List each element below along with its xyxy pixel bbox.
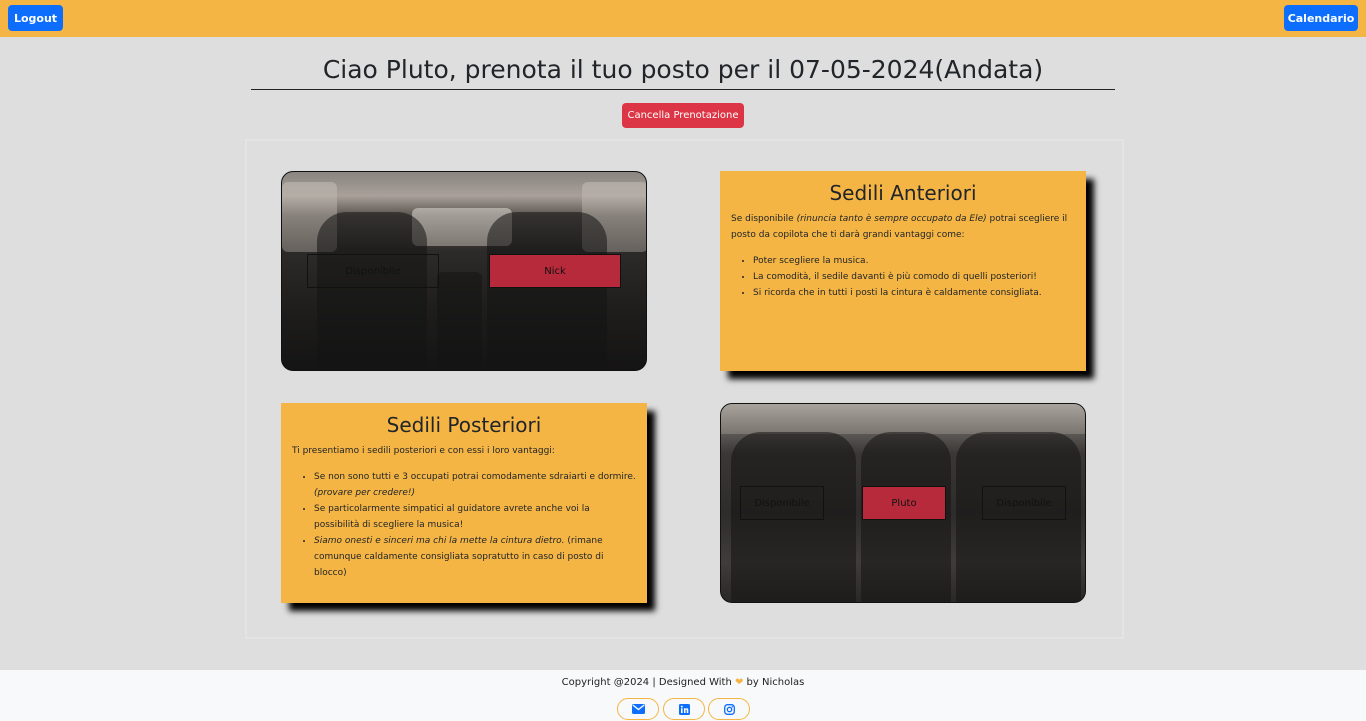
rear-seats-info-card: Sedili Posteriori Ti presentiamo i sedil…: [281, 403, 647, 603]
email-link[interactable]: [617, 698, 659, 720]
seat-rear-center[interactable]: Pluto: [862, 486, 946, 520]
list-item: Poter scegliere la musica.: [753, 253, 1075, 269]
rear-seats-image: Disponibile Pluto Disponibile: [720, 403, 1086, 603]
envelope-icon: [631, 704, 645, 714]
list-item: Siamo onesti e sinceri ma chi la mette l…: [314, 533, 636, 581]
linkedin-icon: [678, 703, 690, 715]
logout-button[interactable]: Logout: [8, 5, 63, 31]
list-item: La comodità, il sedile davanti è più com…: [753, 269, 1075, 285]
top-navbar: Logout Calendario: [0, 0, 1366, 37]
linkedin-link[interactable]: [663, 698, 705, 720]
front-info-list: Poter scegliere la musica. La comodità, …: [731, 253, 1075, 301]
copyright-text: Copyright @2024 | Designed With ❤ by Nic…: [561, 677, 805, 688]
rear-info-list: Se non sono tutti e 3 occupati potrai co…: [292, 469, 636, 581]
front-info-intro: Se disponibile (rinuncia tanto è sempre …: [731, 214, 1068, 240]
passenger-seat-shape: [487, 212, 607, 370]
list-item: Si ricorda che in tutti i posti la cintu…: [753, 285, 1075, 301]
instagram-icon: [723, 703, 735, 715]
page-title: Ciao Pluto, prenota il tuo posto per il …: [251, 52, 1115, 90]
seat-front-right[interactable]: Nick: [489, 254, 621, 288]
driver-seat-shape: [317, 212, 427, 370]
seat-rear-left[interactable]: Disponibile: [740, 486, 824, 520]
seat-rear-right[interactable]: Disponibile: [982, 486, 1066, 520]
center-console-shape: [437, 272, 482, 370]
front-seats-info-card: Sedili Anteriori Se disponibile (rinunci…: [720, 171, 1086, 371]
rear-info-title: Sedili Posteriori: [386, 413, 542, 437]
seat-front-left[interactable]: Disponibile: [307, 254, 439, 288]
cancel-booking-button[interactable]: Cancella Prenotazione: [622, 103, 744, 128]
front-seats-image: Disponibile Nick: [281, 171, 647, 371]
rear-window: [721, 404, 1085, 434]
rear-info-intro: Ti presentiamo i sedili posteriori e con…: [292, 446, 555, 456]
instagram-link[interactable]: [708, 698, 750, 720]
front-info-title: Sedili Anteriori: [829, 181, 977, 205]
list-item: Se particolarmente simpatici al guidator…: [314, 501, 636, 533]
calendar-button[interactable]: Calendario: [1284, 5, 1358, 31]
footer: Copyright @2024 | Designed With ❤ by Nic…: [0, 670, 1366, 721]
list-item: Se non sono tutti e 3 occupati potrai co…: [314, 469, 636, 501]
